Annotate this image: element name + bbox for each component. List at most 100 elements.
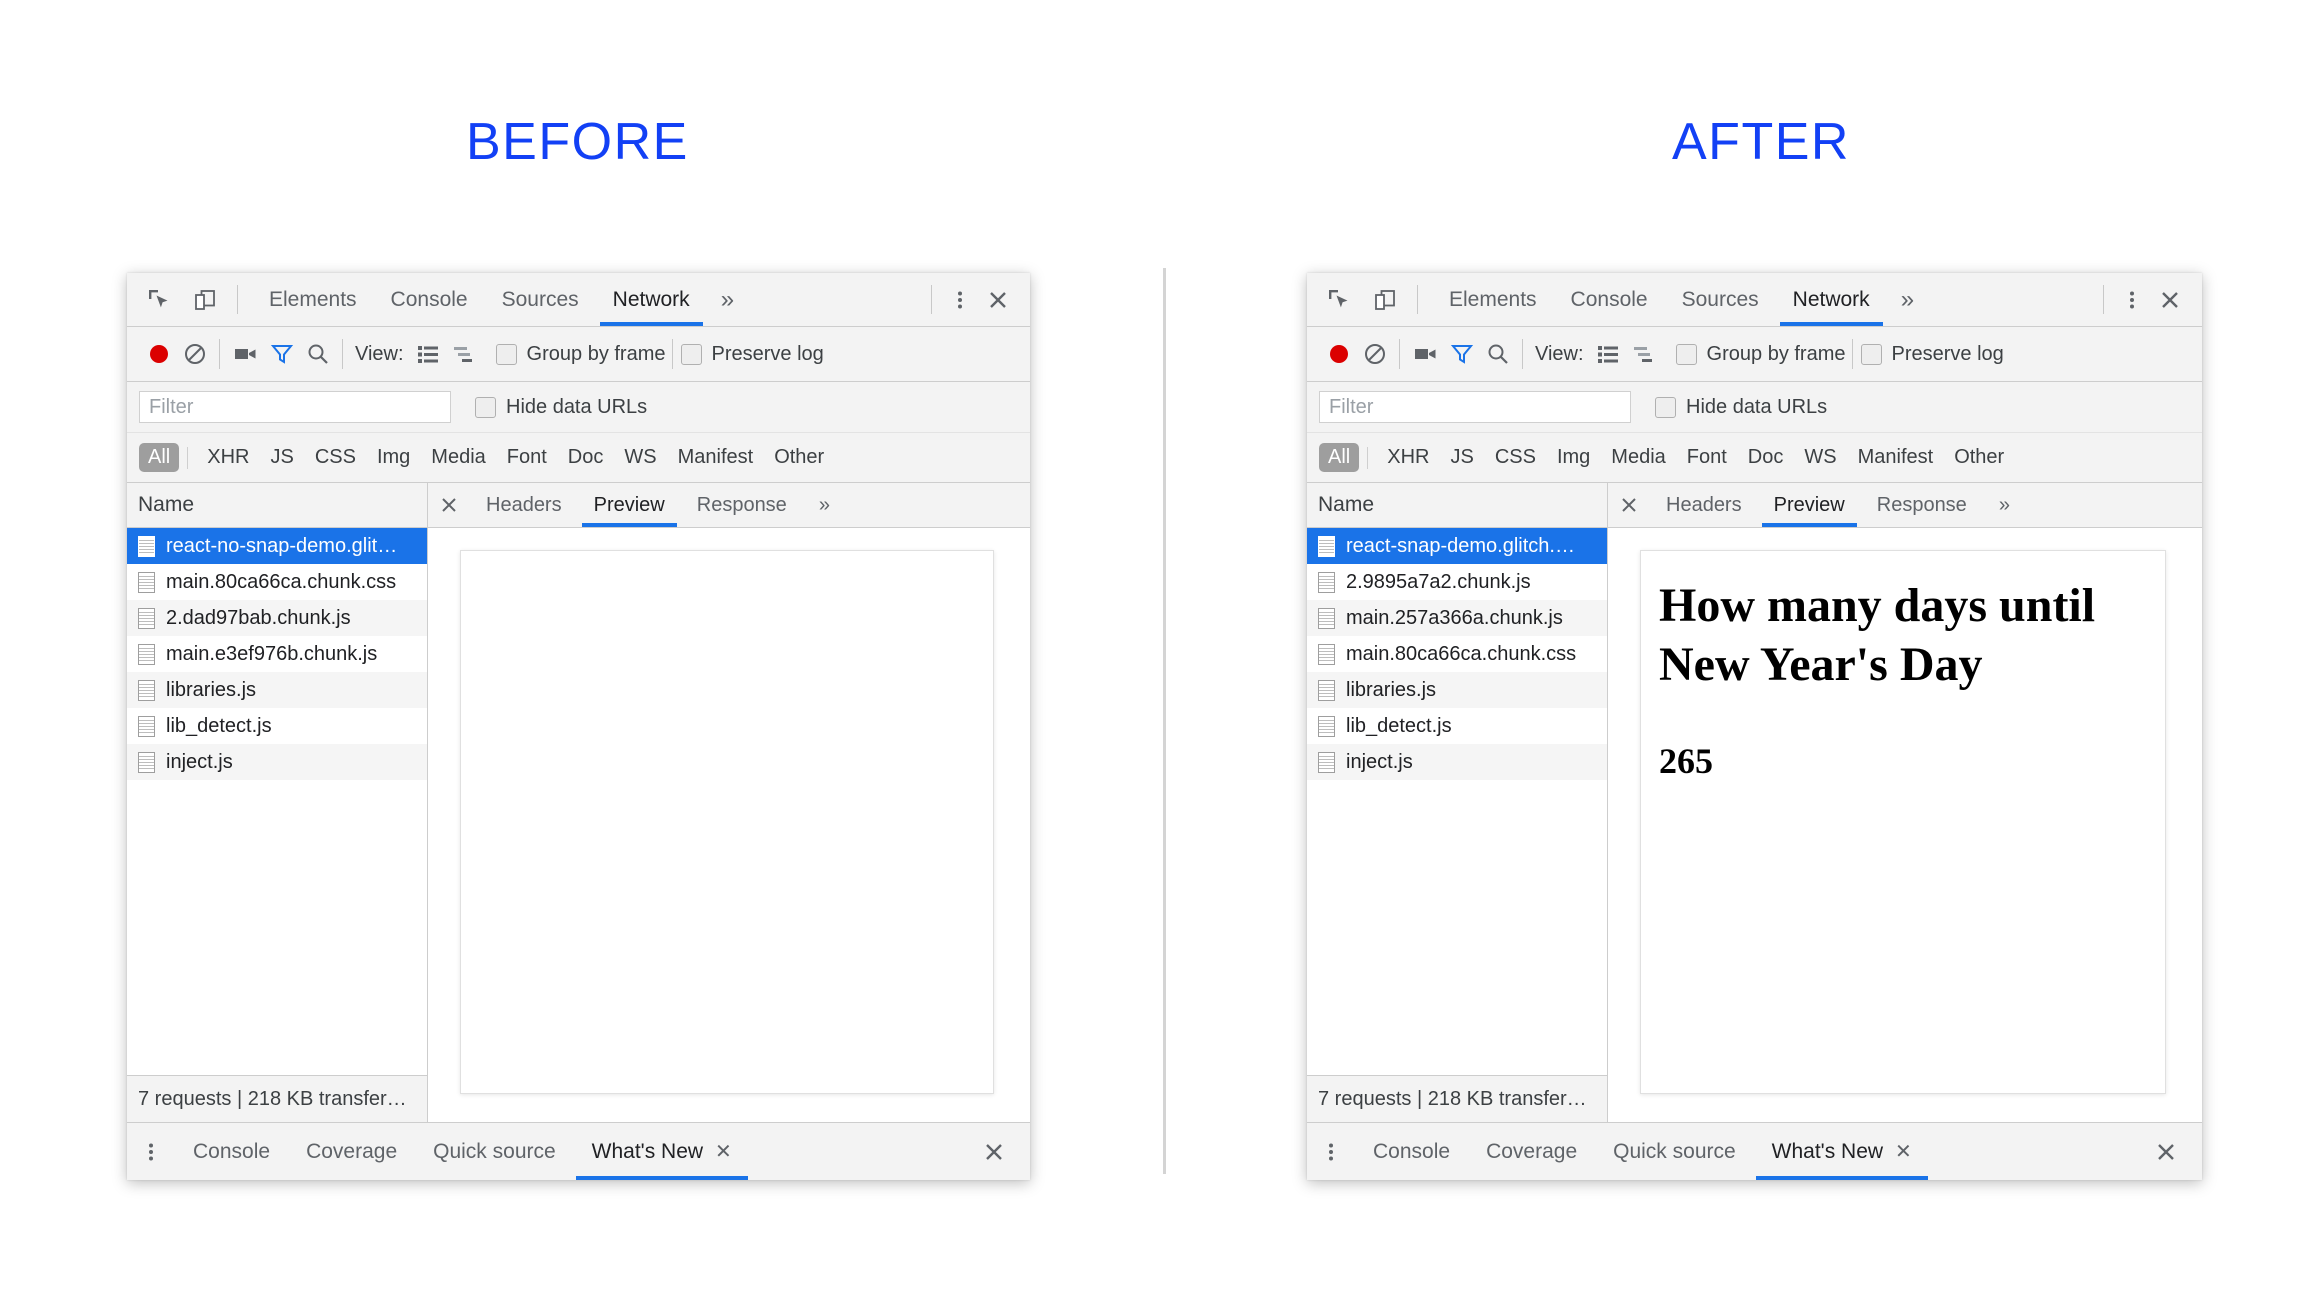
inspect-element-icon[interactable] [141, 282, 177, 318]
detail-tab-preview[interactable]: Preview [578, 483, 681, 527]
detail-more-tabs-icon[interactable]: » [803, 483, 846, 527]
drawer-tab-close-icon[interactable]: ✕ [715, 1139, 732, 1164]
detail-tab-preview[interactable]: Preview [1758, 483, 1861, 527]
drawer-tab-quick-source[interactable]: Quick source [415, 1123, 574, 1180]
waterfall-view-icon[interactable] [1626, 336, 1662, 372]
tab-sources[interactable]: Sources [485, 273, 596, 326]
type-filter-all[interactable]: All [139, 443, 180, 472]
type-filter-other[interactable]: Other [765, 443, 833, 472]
drawer-tab-coverage[interactable]: Coverage [1468, 1123, 1595, 1180]
detail-tab-response[interactable]: Response [681, 483, 803, 527]
filter-icon[interactable] [264, 336, 300, 372]
type-filter-doc[interactable]: Doc [1739, 443, 1793, 472]
table-row[interactable]: inject.js [1307, 744, 1607, 780]
table-row[interactable]: main.80ca66ca.chunk.css [127, 564, 427, 600]
type-filter-all[interactable]: All [1319, 443, 1360, 472]
drawer-kebab-icon[interactable] [127, 1123, 175, 1180]
drawer-tab-whats-new[interactable]: What's New ✕ [1754, 1123, 1930, 1180]
type-filter-manifest[interactable]: Manifest [669, 443, 763, 472]
preserve-log-checkbox[interactable]: Preserve log [680, 343, 824, 366]
detail-tab-headers[interactable]: Headers [1650, 483, 1758, 527]
table-row[interactable]: 2.dad97bab.chunk.js [127, 600, 427, 636]
type-filter-js[interactable]: JS [261, 443, 302, 472]
clear-button-icon[interactable] [177, 336, 213, 372]
detail-close-icon[interactable] [1608, 483, 1650, 527]
table-row[interactable]: react-no-snap-demo.glit… [127, 528, 427, 564]
device-toolbar-icon[interactable] [187, 282, 223, 318]
type-filter-css[interactable]: CSS [306, 443, 365, 472]
type-filter-font[interactable]: Font [498, 443, 556, 472]
list-view-icon[interactable] [410, 336, 446, 372]
tab-console[interactable]: Console [1554, 273, 1665, 326]
drawer-tab-console[interactable]: Console [1355, 1123, 1468, 1180]
detail-tab-response[interactable]: Response [1861, 483, 1983, 527]
table-row[interactable]: main.257a366a.chunk.js [1307, 600, 1607, 636]
drawer-tab-quick-source[interactable]: Quick source [1595, 1123, 1754, 1180]
hide-data-urls-checkbox[interactable]: Hide data URLs [475, 396, 647, 419]
type-filter-media[interactable]: Media [422, 443, 494, 472]
drawer-tab-console[interactable]: Console [175, 1123, 288, 1180]
type-filter-font[interactable]: Font [1678, 443, 1736, 472]
more-tabs-icon[interactable]: » [707, 273, 748, 326]
detail-more-tabs-icon[interactable]: » [1983, 483, 2026, 527]
table-row[interactable]: libraries.js [127, 672, 427, 708]
record-button-icon[interactable] [141, 336, 177, 372]
request-list[interactable]: react-snap-demo.glitch.… 2.9895a7a2.chun… [1307, 528, 1607, 1075]
type-filter-other[interactable]: Other [1945, 443, 2013, 472]
search-icon[interactable] [1480, 336, 1516, 372]
group-by-frame-checkbox[interactable]: Group by frame [1675, 343, 1846, 366]
table-row[interactable]: 2.9895a7a2.chunk.js [1307, 564, 1607, 600]
list-view-icon[interactable] [1590, 336, 1626, 372]
request-list[interactable]: react-no-snap-demo.glit… main.80ca66ca.c… [127, 528, 427, 1075]
drawer-tab-close-icon[interactable]: ✕ [1895, 1139, 1912, 1164]
tab-network[interactable]: Network [596, 273, 707, 326]
table-row[interactable]: react-snap-demo.glitch.… [1307, 528, 1607, 564]
drawer-tab-whats-new[interactable]: What's New ✕ [574, 1123, 750, 1180]
clear-button-icon[interactable] [1357, 336, 1393, 372]
close-icon[interactable] [2152, 282, 2188, 318]
type-filter-ws[interactable]: WS [615, 443, 665, 472]
inspect-element-icon[interactable] [1321, 282, 1357, 318]
table-row[interactable]: main.80ca66ca.chunk.css [1307, 636, 1607, 672]
drawer-close-icon[interactable] [976, 1134, 1012, 1170]
close-icon[interactable] [980, 282, 1016, 318]
device-toolbar-icon[interactable] [1367, 282, 1403, 318]
tab-sources[interactable]: Sources [1665, 273, 1776, 326]
capture-screenshots-icon[interactable] [1408, 336, 1444, 372]
detail-tab-headers[interactable]: Headers [470, 483, 578, 527]
tab-network[interactable]: Network [1776, 273, 1887, 326]
type-filter-manifest[interactable]: Manifest [1849, 443, 1943, 472]
search-icon[interactable] [300, 336, 336, 372]
drawer-kebab-icon[interactable] [1307, 1123, 1355, 1180]
type-filter-js[interactable]: JS [1441, 443, 1482, 472]
tab-elements[interactable]: Elements [1432, 273, 1554, 326]
waterfall-view-icon[interactable] [446, 336, 482, 372]
preserve-log-checkbox[interactable]: Preserve log [1860, 343, 2004, 366]
type-filter-media[interactable]: Media [1602, 443, 1674, 472]
type-filter-img[interactable]: Img [1548, 443, 1599, 472]
table-row[interactable]: main.e3ef976b.chunk.js [127, 636, 427, 672]
kebab-menu-icon[interactable] [942, 282, 978, 318]
table-row[interactable]: lib_detect.js [127, 708, 427, 744]
filter-icon[interactable] [1444, 336, 1480, 372]
detail-close-icon[interactable] [428, 483, 470, 527]
type-filter-xhr[interactable]: XHR [198, 443, 258, 472]
more-tabs-icon[interactable]: » [1887, 273, 1928, 326]
drawer-tab-coverage[interactable]: Coverage [288, 1123, 415, 1180]
kebab-menu-icon[interactable] [2114, 282, 2150, 318]
record-button-icon[interactable] [1321, 336, 1357, 372]
type-filter-xhr[interactable]: XHR [1378, 443, 1438, 472]
filter-input[interactable]: Filter [1319, 391, 1631, 423]
drawer-close-icon[interactable] [2148, 1134, 2184, 1170]
type-filter-css[interactable]: CSS [1486, 443, 1545, 472]
hide-data-urls-checkbox[interactable]: Hide data URLs [1655, 396, 1827, 419]
group-by-frame-checkbox[interactable]: Group by frame [495, 343, 666, 366]
capture-screenshots-icon[interactable] [228, 336, 264, 372]
filter-input[interactable]: Filter [139, 391, 451, 423]
type-filter-img[interactable]: Img [368, 443, 419, 472]
table-row[interactable]: lib_detect.js [1307, 708, 1607, 744]
table-row[interactable]: libraries.js [1307, 672, 1607, 708]
tab-elements[interactable]: Elements [252, 273, 374, 326]
table-row[interactable]: inject.js [127, 744, 427, 780]
type-filter-doc[interactable]: Doc [559, 443, 613, 472]
